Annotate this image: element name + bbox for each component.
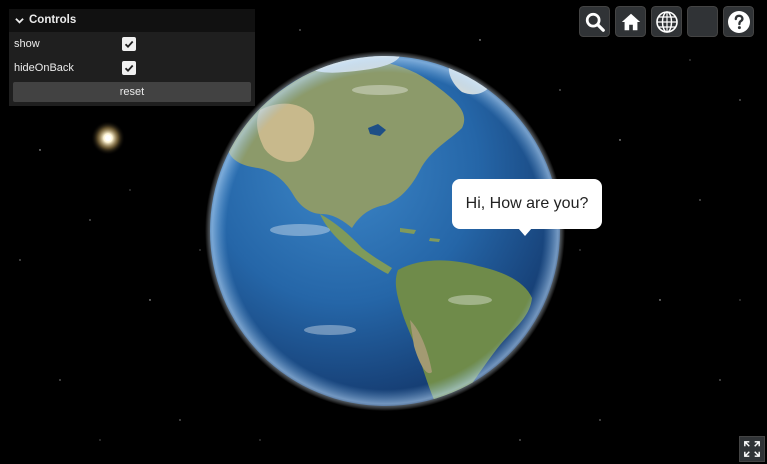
help-icon (727, 10, 750, 33)
hideonback-checkbox[interactable] (122, 61, 136, 75)
check-icon (124, 64, 134, 73)
chevron-down-icon (15, 18, 24, 24)
scene-mode-button[interactable] (651, 6, 682, 37)
home-button[interactable] (615, 6, 646, 37)
hideonback-label: hideOnBack (14, 62, 74, 74)
show-checkbox[interactable] (122, 37, 136, 51)
viewer-toolbar (579, 6, 754, 37)
controls-panel: Controls show hideOnBack reset (9, 9, 255, 106)
controls-title-bar[interactable]: Controls (9, 9, 255, 32)
help-button[interactable] (723, 6, 754, 37)
globe-icon (655, 10, 678, 33)
show-label: show (14, 38, 40, 50)
controls-title: Controls (29, 14, 77, 26)
home-icon (621, 13, 640, 30)
base-layer-picker-button[interactable] (687, 6, 718, 37)
bubble-text: Hi, How are you? (465, 195, 589, 212)
fullscreen-icon (744, 441, 760, 457)
speech-bubble: Hi, How are you? (452, 179, 602, 236)
check-icon (124, 40, 134, 49)
reset-button[interactable]: reset (13, 82, 251, 102)
globe (205, 51, 565, 411)
search-button[interactable] (579, 6, 610, 37)
control-row-hideonback: hideOnBack (9, 56, 255, 80)
search-icon (585, 12, 605, 32)
fullscreen-button[interactable] (739, 436, 765, 462)
control-row-show: show (9, 32, 255, 56)
